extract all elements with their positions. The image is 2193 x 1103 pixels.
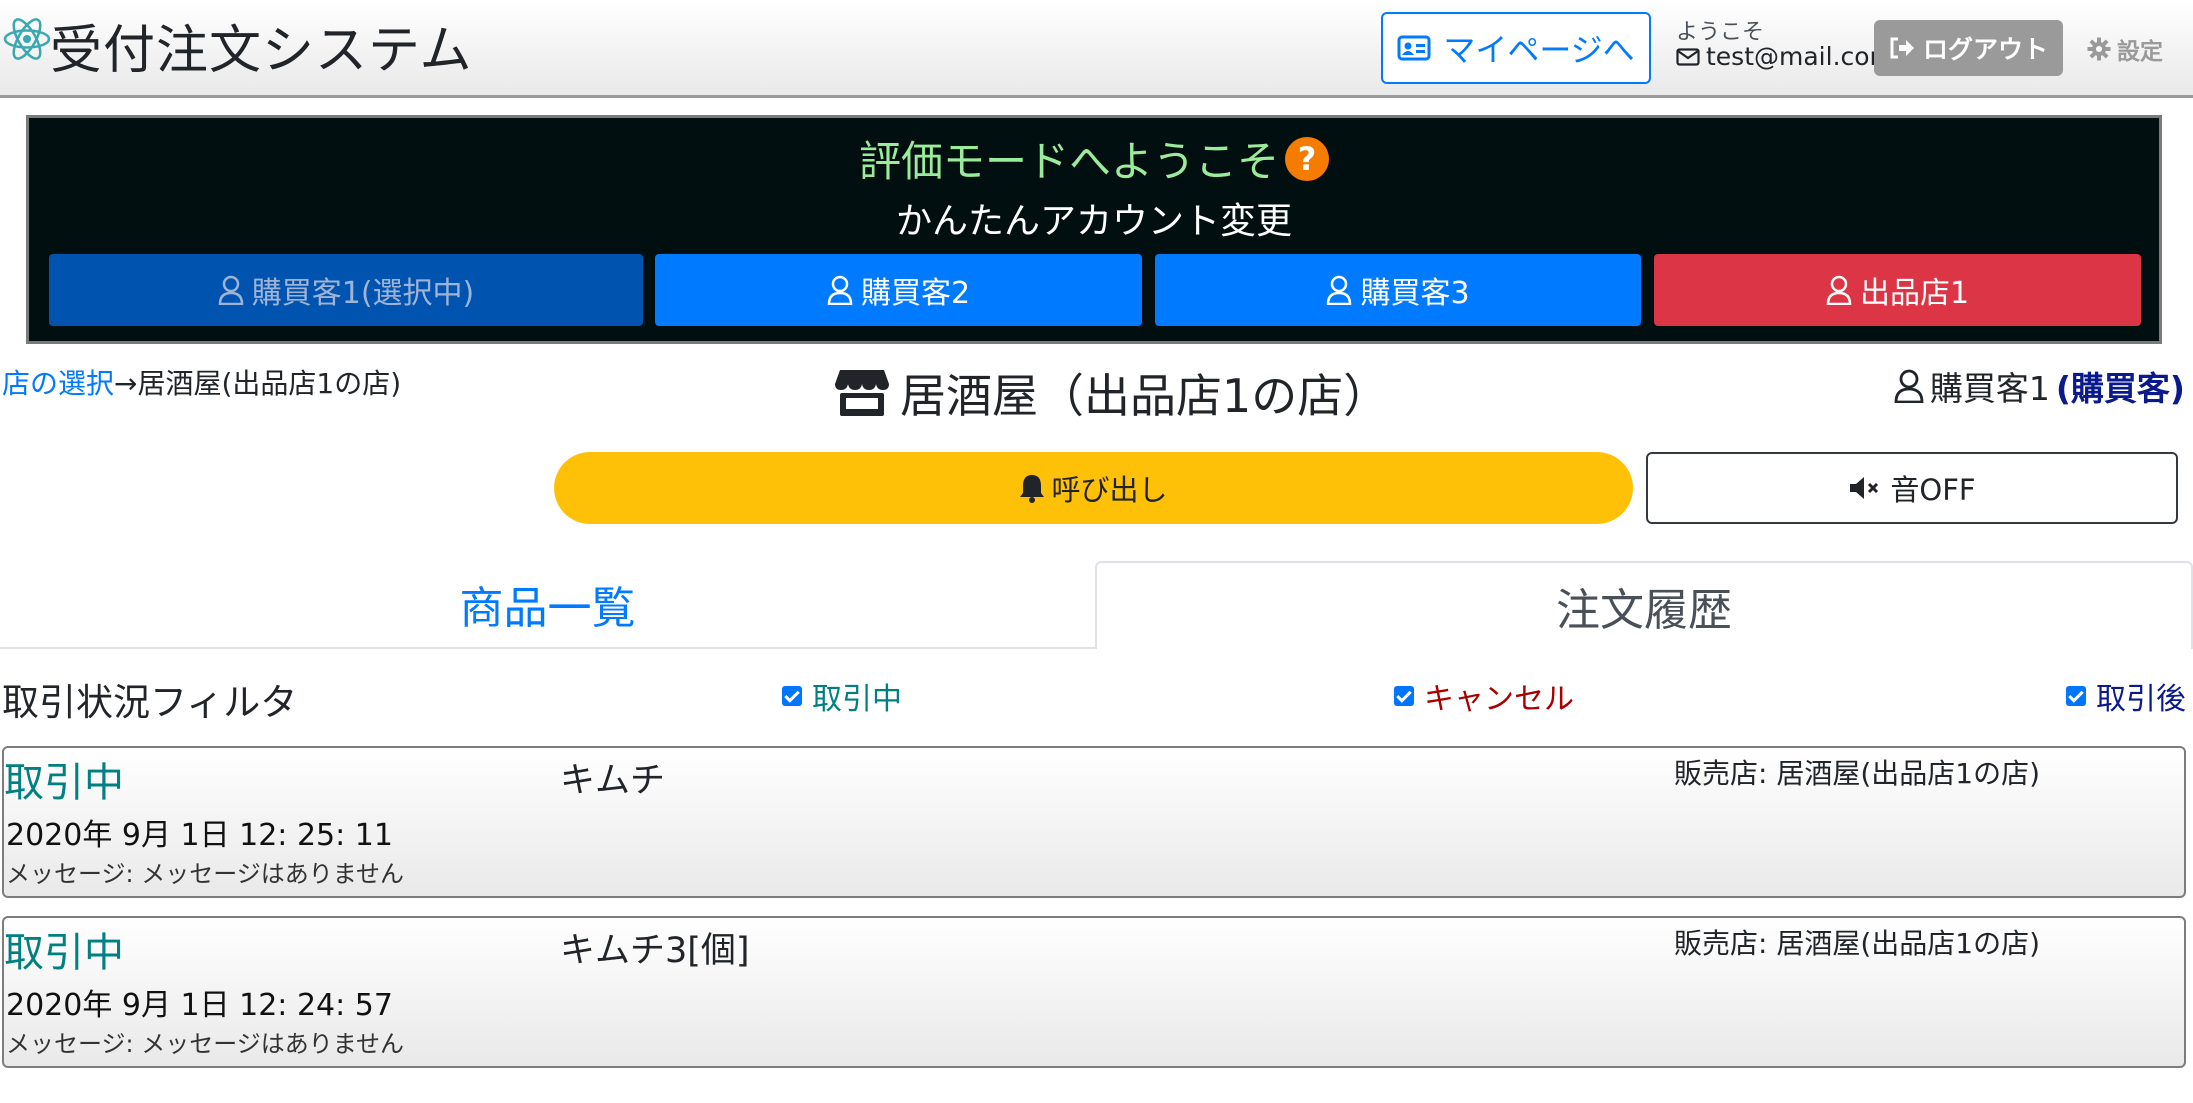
sign-out-icon: [1889, 36, 1915, 60]
app-title: 受付注文システム: [50, 21, 473, 81]
order-message: メッセージ: メッセージはありません: [6, 860, 405, 888]
order-date: 2020年 9月 1日 12: 25: 11: [6, 818, 393, 853]
account-button-customer-1[interactable]: 購買客1(選択中): [49, 254, 643, 326]
user-icon: [827, 275, 853, 305]
settings-link[interactable]: 設定: [2087, 32, 2163, 66]
sound-toggle-button[interactable]: 音OFF: [1646, 452, 2178, 524]
store-icon: [834, 368, 890, 418]
filter-in-progress-checkbox[interactable]: [782, 686, 802, 706]
account-label: 出品店1: [1859, 276, 1970, 311]
react-atom-logo-icon: [2, 14, 52, 64]
eval-subtitle: かんたんアカウント変更: [895, 201, 1292, 242]
filter-in-progress-label: 取引中: [812, 682, 902, 717]
filter-title: 取引状況フィルタ: [2, 681, 298, 724]
call-staff-button[interactable]: 呼び出し: [554, 452, 1633, 524]
account-button-customer-2[interactable]: 購買客2: [655, 254, 1142, 326]
filter-cancelled[interactable]: キャンセル: [1394, 674, 1574, 718]
user-email-text: test@mail.com: [1706, 42, 1894, 71]
account-label: 購買客1(選択中): [251, 276, 475, 311]
shop-title-text: 居酒屋（出品店1の店）: [900, 369, 1390, 423]
account-label: 購買客3: [1360, 276, 1470, 311]
order-status: 取引中: [4, 760, 124, 806]
breadcrumb: 店の選択→居酒屋(出品店1の店): [2, 362, 401, 402]
envelope-icon: [1676, 47, 1700, 66]
order-shop: 販売店: 居酒屋(出品店1の店): [1674, 757, 2040, 790]
order-card[interactable]: 取引中 キムチ3[個] 販売店: 居酒屋(出品店1の店) 2020年 9月 1日…: [2, 916, 2186, 1068]
filter-completed-label: 取引後: [2096, 682, 2186, 717]
user-icon: [218, 275, 244, 305]
question-circle-icon[interactable]: ?: [1285, 136, 1329, 181]
order-message: メッセージ: メッセージはありません: [6, 1030, 405, 1058]
order-date: 2020年 9月 1日 12: 24: 57: [6, 988, 393, 1023]
filter-cancelled-checkbox[interactable]: [1394, 686, 1414, 706]
order-item: キムチ3[個]: [560, 931, 750, 971]
eval-title: 評価モードへようこそ ?: [29, 128, 2159, 189]
call-label: 呼び出し: [1051, 473, 1168, 507]
bell-icon: [1019, 473, 1045, 503]
filter-cancelled-label: キャンセル: [1424, 682, 1574, 717]
filter-completed[interactable]: 取引後: [2066, 674, 2186, 718]
current-user: 購買客1 (購買客): [1894, 362, 2185, 410]
filter-completed-checkbox[interactable]: [2066, 686, 2086, 706]
tab-product-list[interactable]: 商品一覧: [0, 561, 1095, 649]
order-shop: 販売店: 居酒屋(出品店1の店): [1674, 927, 2040, 960]
mypage-label: マイページへ: [1443, 31, 1635, 69]
user-email: test@mail.com: [1676, 42, 1894, 71]
tab-order-history[interactable]: 注文履歴: [1095, 561, 2193, 649]
eval-title-text: 評価モードへようこそ: [858, 137, 1279, 186]
settings-label: 設定: [2117, 39, 2163, 65]
order-item: キムチ: [560, 761, 666, 801]
user-icon: [1826, 275, 1852, 305]
gear-icon: [2087, 37, 2111, 61]
account-button-customer-3[interactable]: 購買客3: [1155, 254, 1641, 326]
logout-button[interactable]: ログアウト: [1874, 20, 2063, 76]
evaluation-mode-panel: 評価モードへようこそ ? かんたんアカウント変更 購買客1(選択中) 購買客2 …: [26, 115, 2162, 344]
account-label: 購買客2: [860, 276, 971, 311]
current-user-role: (購買客): [2055, 369, 2185, 408]
user-icon: [1894, 369, 1924, 403]
shop-title: 居酒屋（出品店1の店）: [834, 360, 1389, 426]
logout-label: ログアウト: [1922, 35, 2048, 64]
breadcrumb-current: 居酒屋(出品店1の店): [137, 367, 402, 400]
filter-in-progress[interactable]: 取引中: [782, 674, 902, 718]
volume-mute-icon: [1848, 476, 1882, 500]
account-button-seller-1[interactable]: 出品店1: [1654, 254, 2141, 326]
breadcrumb-shop-select-link[interactable]: 店の選択: [2, 367, 114, 400]
order-status: 取引中: [4, 930, 124, 976]
order-card[interactable]: 取引中 キムチ 販売店: 居酒屋(出品店1の店) 2020年 9月 1日 12:…: [2, 746, 2186, 898]
app-header: 受付注文システム マイページへ ようこそ test@mail.com ログアウト…: [0, 0, 2193, 98]
sound-label: 音OFF: [1890, 473, 1976, 507]
id-card-icon: [1397, 35, 1431, 61]
breadcrumb-separator: →: [114, 367, 138, 400]
mypage-button[interactable]: マイページへ: [1381, 12, 1651, 84]
user-icon: [1326, 275, 1352, 305]
current-user-name: 購買客1: [1929, 369, 2050, 408]
